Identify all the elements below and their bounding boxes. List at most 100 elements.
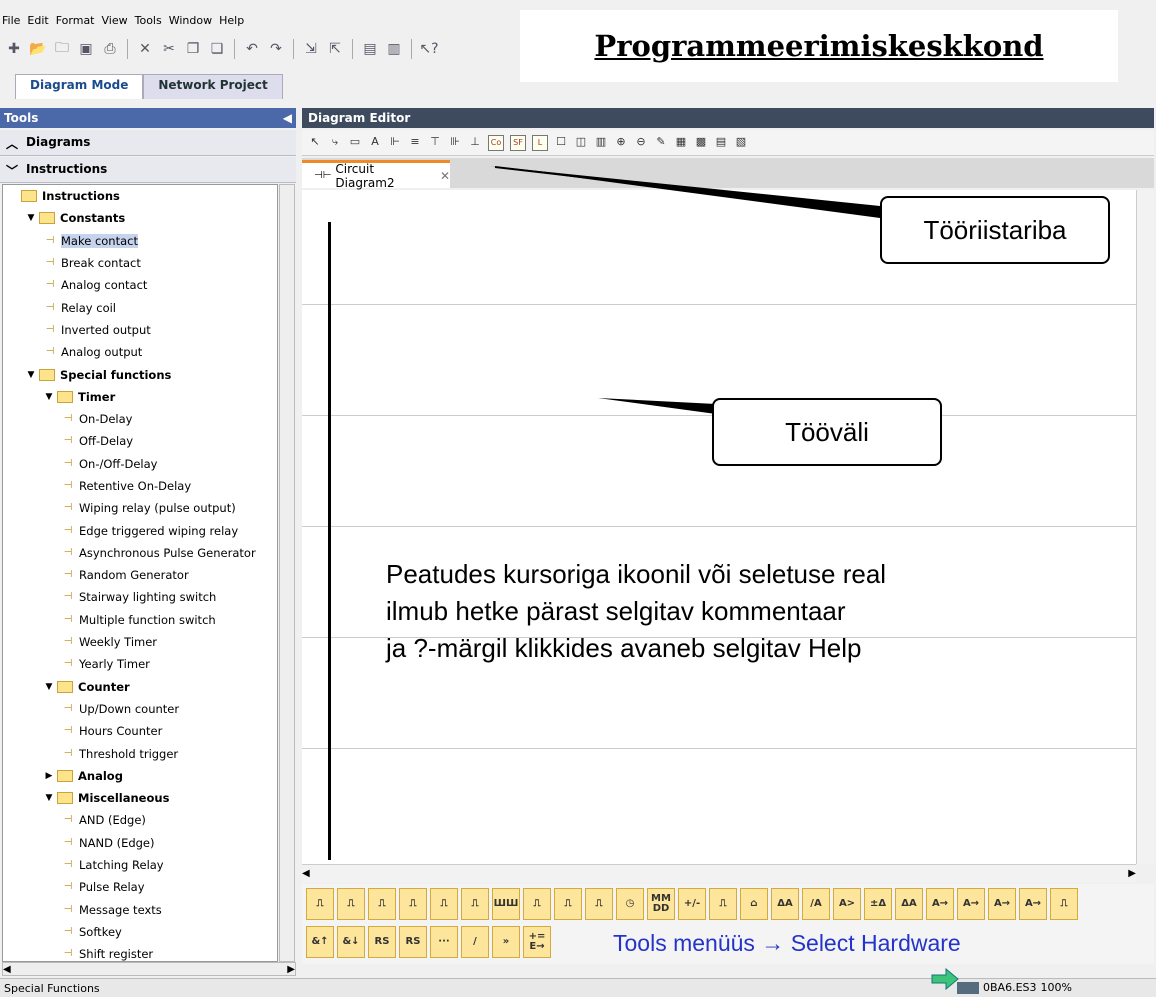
palette-button[interactable]: ◷: [616, 888, 644, 920]
online-test-icon[interactable]: ▥: [384, 39, 404, 59]
tree-item[interactable]: ⊣ Weekly Timer: [3, 631, 277, 653]
print-icon[interactable]: ⎙: [100, 39, 120, 59]
page-double-icon[interactable]: ◫: [574, 135, 588, 151]
palette-button[interactable]: A→: [926, 888, 954, 920]
tab-circuit-diagram[interactable]: ⊣⊢ Circuit Diagram2 ✕: [302, 160, 450, 190]
undo-icon[interactable]: ↶: [242, 39, 262, 59]
palette-button[interactable]: A→: [1019, 888, 1047, 920]
palette-button[interactable]: ⎍: [709, 888, 737, 920]
palette-button[interactable]: RS: [399, 926, 427, 958]
menu-item-tools[interactable]: Tools: [135, 14, 162, 30]
scroll-right-icon[interactable]: ▶: [287, 964, 295, 975]
tree-item[interactable]: ⊣ Wiping relay (pulse output): [3, 497, 277, 519]
delete-icon[interactable]: ✕: [135, 39, 155, 59]
collapse-panel-icon[interactable]: ◀: [283, 111, 292, 125]
tree-folder[interactable]: ▶ Analog: [3, 765, 277, 787]
tree-item[interactable]: ⊣ On-/Off-Delay: [3, 453, 277, 475]
close-icon[interactable]: ✕: [440, 169, 450, 183]
palette-button[interactable]: +/-: [678, 888, 706, 920]
tree-item[interactable]: ⊣ Yearly Timer: [3, 653, 277, 675]
cut-connection-icon[interactable]: ⊩: [388, 135, 402, 151]
palette-button[interactable]: A→: [988, 888, 1016, 920]
new-file-icon[interactable]: ✚: [4, 39, 24, 59]
tree-item[interactable]: ⊣ Relay coil: [3, 296, 277, 318]
save-icon[interactable]: ▣: [76, 39, 96, 59]
palette-button[interactable]: RS: [368, 926, 396, 958]
scroll-right-icon[interactable]: ▶: [1128, 868, 1136, 879]
menu-item-format[interactable]: Format: [56, 14, 95, 30]
expanded-arrow-icon[interactable]: ▼: [43, 392, 55, 402]
tree-item[interactable]: ⊣ Asynchronous Pulse Generator: [3, 542, 277, 564]
tree-horizontal-scrollbar[interactable]: ◀ ▶: [2, 962, 296, 976]
co-button[interactable]: Co: [488, 134, 504, 151]
palette-button[interactable]: ⎍: [523, 888, 551, 920]
scroll-left-icon[interactable]: ◀: [302, 868, 310, 879]
menu-item-file[interactable]: File: [2, 14, 20, 30]
palette-button[interactable]: ⎍: [554, 888, 582, 920]
tree-item[interactable]: ⊣ Softkey: [3, 921, 277, 943]
tree-item[interactable]: ⊣ Analog output: [3, 341, 277, 363]
cut-icon[interactable]: ✂: [159, 39, 179, 59]
simulation-icon[interactable]: ▤: [714, 135, 728, 151]
tree-vertical-scrollbar[interactable]: [279, 184, 295, 962]
palette-button[interactable]: ⎍: [585, 888, 613, 920]
palette-button[interactable]: += E→: [523, 926, 551, 958]
tree-folder[interactable]: Instructions: [3, 185, 277, 207]
tree-folder[interactable]: ▼ Special functions: [3, 363, 277, 385]
tree-item[interactable]: ⊣ Break contact: [3, 252, 277, 274]
palette-button[interactable]: &↓: [337, 926, 365, 958]
palette-button[interactable]: ⌂: [740, 888, 768, 920]
palette-button[interactable]: ⎍: [306, 888, 334, 920]
expanded-arrow-icon[interactable]: ▼: [43, 793, 55, 803]
tree-item[interactable]: ⊣ Threshold trigger: [3, 742, 277, 764]
diagram-canvas[interactable]: [302, 190, 1136, 864]
text-tool-icon[interactable]: A: [368, 135, 382, 151]
palette-button[interactable]: ⎍: [337, 888, 365, 920]
zoom-in-icon[interactable]: ⊕: [614, 135, 628, 151]
simulation-icon[interactable]: ▤: [360, 39, 380, 59]
page-single-icon[interactable]: ☐: [554, 135, 568, 151]
properties-icon[interactable]: ▩: [694, 135, 708, 151]
space-horizontal-icon[interactable]: ⊪: [448, 135, 462, 151]
tree-item[interactable]: ⊣ On-Delay: [3, 408, 277, 430]
tree-item[interactable]: ⊣ NAND (Edge): [3, 832, 277, 854]
palette-button[interactable]: ШШ: [492, 888, 520, 920]
canvas-horizontal-scrollbar[interactable]: ◀ ▶: [302, 864, 1136, 882]
expanded-arrow-icon[interactable]: ▼: [25, 213, 37, 223]
palette-button[interactable]: »: [492, 926, 520, 958]
palette-button[interactable]: /: [461, 926, 489, 958]
transfer-from-device-icon[interactable]: ⇱: [325, 39, 345, 59]
tree-item[interactable]: ⊣ Latching Relay: [3, 854, 277, 876]
tree-item[interactable]: ⊣ Pulse Relay: [3, 876, 277, 898]
connect-tool-icon[interactable]: ⤷: [328, 135, 342, 151]
page-triple-icon[interactable]: ▥: [594, 135, 608, 151]
zoom-out-icon[interactable]: ⊖: [634, 135, 648, 151]
tab-network-project[interactable]: Network Project: [143, 74, 283, 99]
section-instructions[interactable]: ﹀ Instructions: [0, 157, 296, 183]
palette-button[interactable]: ΔA: [771, 888, 799, 920]
canvas-vertical-scrollbar[interactable]: [1136, 190, 1154, 864]
scroll-left-icon[interactable]: ◀: [3, 964, 11, 975]
palette-button[interactable]: ⎍: [461, 888, 489, 920]
open-folder-icon[interactable]: 🗀: [52, 39, 72, 59]
palette-button[interactable]: ···: [430, 926, 458, 958]
collapsed-arrow-icon[interactable]: ▶: [43, 771, 55, 781]
select-tool-icon[interactable]: ↖: [308, 135, 322, 151]
tree-item[interactable]: ⊣ Message texts: [3, 899, 277, 921]
menu-item-view[interactable]: View: [102, 14, 128, 30]
palette-button[interactable]: ΔA: [895, 888, 923, 920]
tree-item[interactable]: ⊣ Inverted output: [3, 319, 277, 341]
paste-icon[interactable]: ❏: [207, 39, 227, 59]
tree-item[interactable]: ⊣ Retentive On-Delay: [3, 475, 277, 497]
transfer-to-device-icon[interactable]: ⇲: [301, 39, 321, 59]
tree-item[interactable]: ⊣ Stairway lighting switch: [3, 586, 277, 608]
menu-item-help[interactable]: Help: [219, 14, 244, 30]
menu-item-window[interactable]: Window: [169, 14, 212, 30]
align-top-icon[interactable]: ⊤: [428, 135, 442, 151]
tree-item[interactable]: ⊣ Edge triggered wiping relay: [3, 519, 277, 541]
palette-button[interactable]: ⎍: [399, 888, 427, 920]
palette-button[interactable]: A>: [833, 888, 861, 920]
tree-item[interactable]: ⊣ Analog contact: [3, 274, 277, 296]
section-diagrams[interactable]: ︿ Diagrams: [0, 130, 296, 156]
menu-item-edit[interactable]: Edit: [27, 14, 48, 30]
